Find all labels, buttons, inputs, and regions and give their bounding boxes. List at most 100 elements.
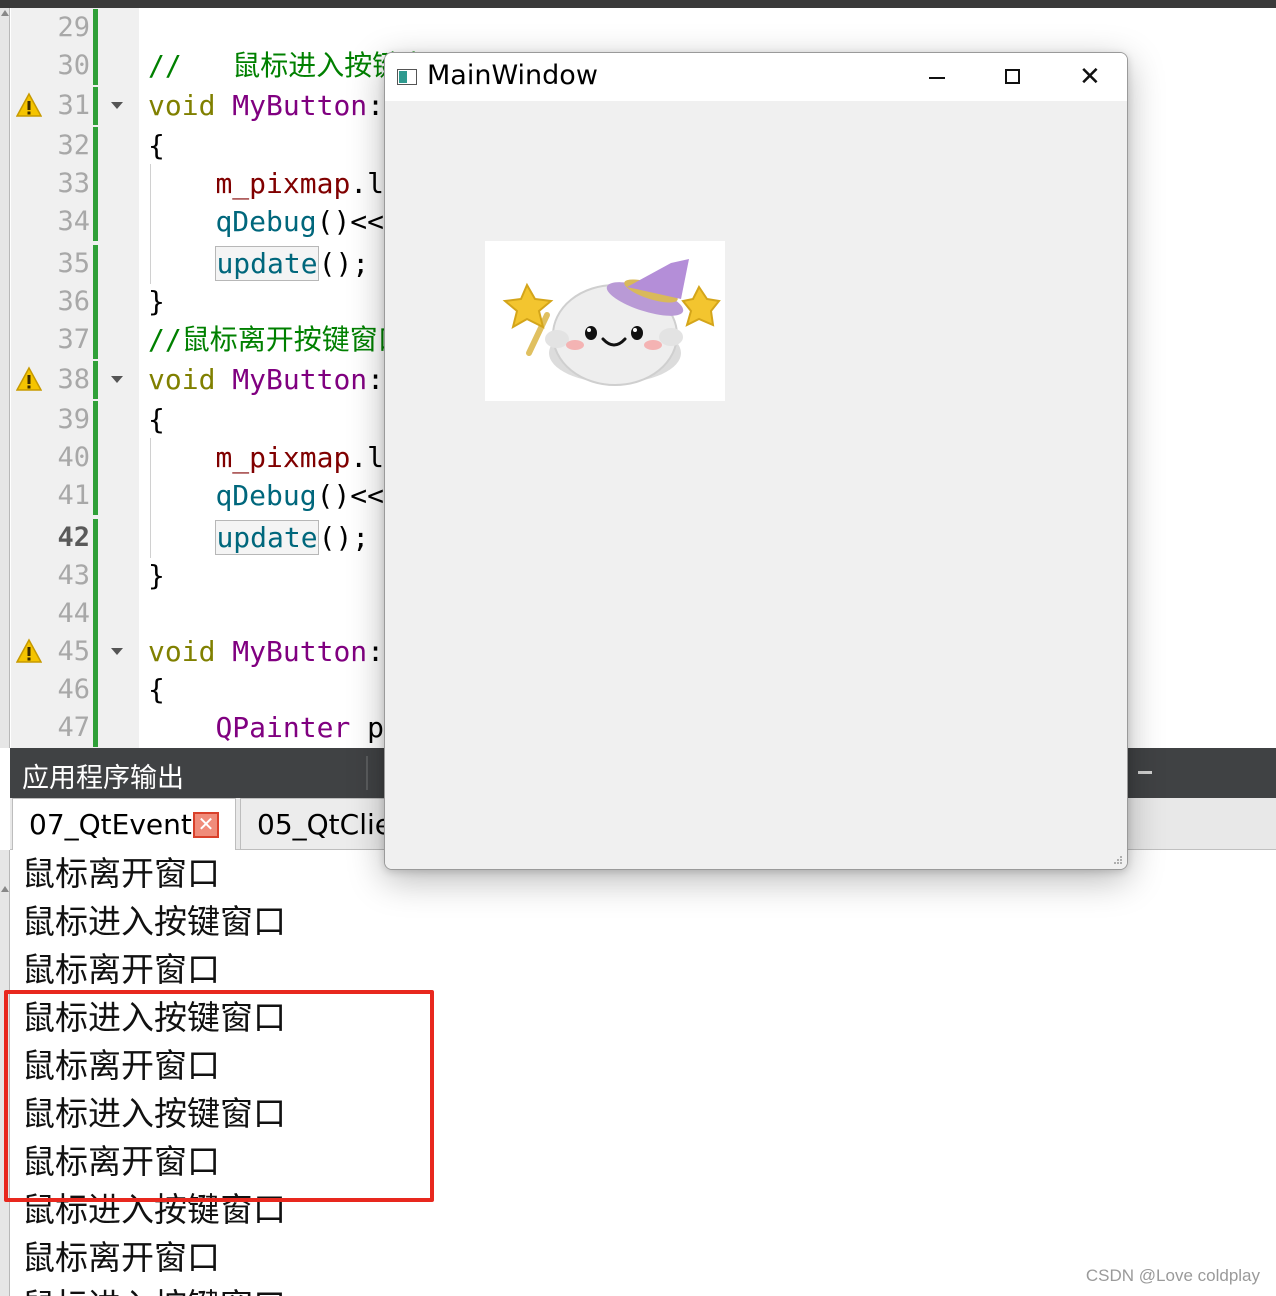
code-token: qDebug xyxy=(215,205,317,238)
line-number: 38 xyxy=(57,364,90,395)
code-token: //鼠标离开按键窗口 xyxy=(148,323,406,356)
line-number: 36 xyxy=(57,286,90,317)
top-strip xyxy=(0,0,1276,8)
resize-grip-icon[interactable] xyxy=(1113,855,1123,865)
code-token: MyButton xyxy=(232,635,368,668)
minimize-icon xyxy=(929,77,945,79)
code-token: update xyxy=(215,246,319,281)
line-number: 42 xyxy=(57,522,90,553)
line-number: 47 xyxy=(57,712,90,743)
change-marker xyxy=(93,127,98,165)
output-line: 鼠标进入按键窗口 xyxy=(22,902,286,941)
code-token: { xyxy=(148,403,165,436)
watermark: CSDN @Love coldplay xyxy=(1085,1266,1260,1285)
main-window[interactable]: MainWindow ✕ xyxy=(384,52,1128,870)
change-marker xyxy=(93,477,98,515)
minimize-panel-icon[interactable] xyxy=(1138,771,1152,774)
tab-label: 07_QtEvent xyxy=(29,808,192,841)
code-text[interactable]: update(); xyxy=(148,244,369,284)
change-marker xyxy=(93,709,98,747)
scroll-up-arrow-icon[interactable] xyxy=(1,886,9,892)
line-number: 29 xyxy=(57,12,90,43)
mybutton-image-button[interactable] xyxy=(485,241,725,401)
crochet-ghost-image xyxy=(502,259,721,386)
code-text[interactable]: { xyxy=(148,400,165,440)
line-number: 39 xyxy=(57,404,90,435)
code-token: { xyxy=(148,129,165,162)
code-text[interactable]: //鼠标离开按键窗口 xyxy=(148,320,406,360)
code-token: QPainter xyxy=(215,711,351,744)
change-marker xyxy=(93,165,98,203)
close-button[interactable]: ✕ xyxy=(1051,53,1127,101)
code-token: MyButton xyxy=(232,89,368,122)
close-icon[interactable]: ✕ xyxy=(193,812,219,838)
output-line: 鼠标离开窗口 xyxy=(22,950,220,989)
output-panel-title: 应用程序输出 xyxy=(22,763,184,794)
line-number: 37 xyxy=(57,324,90,355)
close-icon: ✕ xyxy=(1079,62,1101,92)
line-number: 45 xyxy=(57,636,90,667)
code-token: ()<< xyxy=(316,479,385,512)
code-text[interactable]: { xyxy=(148,126,165,166)
tab-label: 05_QtClie xyxy=(257,808,392,841)
output-line: 鼠标离开窗口 xyxy=(22,1238,220,1277)
code-text[interactable]: } xyxy=(148,282,165,322)
change-marker xyxy=(93,283,98,321)
code-token: ()<< xyxy=(316,205,385,238)
change-marker xyxy=(93,439,98,477)
code-token: void xyxy=(148,635,233,668)
window-client-area xyxy=(385,101,1127,869)
change-marker xyxy=(93,87,98,125)
code-token: } xyxy=(148,559,165,592)
code-line: 29 xyxy=(0,8,1276,48)
code-text[interactable]: qDebug()<< xyxy=(148,202,384,242)
line-number: 32 xyxy=(57,130,90,161)
code-token: p xyxy=(350,711,385,744)
code-text[interactable]: { xyxy=(148,670,165,710)
line-number: 40 xyxy=(57,442,90,473)
fold-arrow-icon[interactable] xyxy=(111,376,123,383)
code-token: qDebug xyxy=(215,479,317,512)
fold-arrow-icon[interactable] xyxy=(111,648,123,655)
line-number: 46 xyxy=(57,674,90,705)
fold-arrow-icon[interactable] xyxy=(111,102,123,109)
code-token: } xyxy=(148,285,165,318)
change-marker xyxy=(93,595,98,633)
window-title: MainWindow xyxy=(427,60,598,91)
code-token: { xyxy=(148,673,165,706)
maximize-icon xyxy=(1005,69,1020,84)
window-titlebar[interactable]: MainWindow ✕ xyxy=(385,53,1127,101)
code-token: m_pixmap xyxy=(215,441,351,474)
code-token: m_pixmap xyxy=(215,167,351,200)
tab-07-qtevent[interactable]: 07_QtEvent ✕ xyxy=(12,798,236,850)
change-marker xyxy=(93,203,98,241)
change-marker xyxy=(93,321,98,359)
line-number: 35 xyxy=(57,248,90,279)
code-text[interactable]: } xyxy=(148,556,165,596)
code-text[interactable]: qDebug()<< xyxy=(148,476,384,516)
code-token: (); xyxy=(318,521,370,554)
code-token: MyButton xyxy=(232,363,368,396)
code-text[interactable]: QPainter p xyxy=(148,708,384,748)
output-line: 鼠标离开窗口 xyxy=(22,854,220,893)
change-marker xyxy=(93,557,98,595)
line-number: 41 xyxy=(57,480,90,511)
minimize-button[interactable] xyxy=(899,53,975,101)
change-marker xyxy=(93,361,98,399)
header-separator xyxy=(366,756,368,790)
code-token: (); xyxy=(318,247,370,280)
app-window-icon xyxy=(397,69,417,85)
maximize-button[interactable] xyxy=(975,53,1051,101)
code-text[interactable]: update(); xyxy=(148,518,369,558)
line-number: 31 xyxy=(57,90,90,121)
change-marker xyxy=(93,245,98,283)
code-token: void xyxy=(148,363,233,396)
code-token: update xyxy=(215,520,319,555)
change-marker xyxy=(93,671,98,709)
